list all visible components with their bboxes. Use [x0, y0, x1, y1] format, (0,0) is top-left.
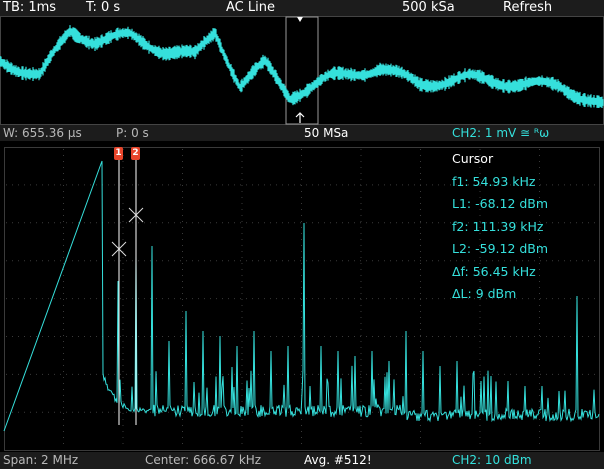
time-trace-svg [0, 16, 604, 125]
acquisition-mode-label[interactable]: Refresh [503, 0, 552, 16]
cursor-l2-value: L2: -59.12 dBm [452, 241, 549, 256]
averaging-label[interactable]: Avg. #512! [304, 452, 372, 469]
cursor-l1-value: L1: -68.12 dBm [452, 196, 549, 211]
cursor-delta-l-value: ΔL: 9 dBm [452, 286, 517, 301]
timebase-label[interactable]: TB: 1ms [3, 0, 56, 16]
zoom-window-marker[interactable] [285, 16, 319, 125]
top-status-bar: TB: 1ms T: 0 s AC Line 500 kSa Refresh [0, 0, 604, 16]
trigger-source-label[interactable]: AC Line [226, 0, 275, 16]
channel-scale-label[interactable]: CH2: 1 mV ≅ ᴿω [452, 125, 549, 141]
span-label[interactable]: Span: 2 MHz [3, 452, 78, 469]
cursor-1-flag[interactable]: 1 [114, 147, 123, 160]
cursor-readout-panel: Cursor f1: 54.93 kHz L1: -68.12 dBm f2: … [452, 148, 548, 306]
time-domain-trace [0, 25, 604, 108]
cursor-f2-value: f2: 111.39 kHz [452, 218, 544, 234]
sample-rate-label[interactable]: 500 kSa [402, 0, 455, 16]
trigger-marker-icon[interactable] [297, 17, 303, 22]
bottom-status-bar: Span: 2 MHz Center: 666.67 kHz Avg. #512… [0, 452, 604, 469]
cursor-f1-value: f1: 54.93 kHz [452, 173, 536, 189]
channel-scale-bottom-label[interactable]: CH2: 10 dBm [452, 452, 532, 469]
cursor-panel-title: Cursor [452, 151, 494, 166]
cursor-delta-f-value: Δf: 56.45 kHz [452, 263, 536, 279]
window-position-label[interactable]: P: 0 s [116, 125, 149, 141]
fft-sample-rate-label: 50 MSa [304, 126, 349, 140]
trigger-time-label[interactable]: T: 0 s [86, 0, 120, 16]
center-frequency-label[interactable]: Center: 666.67 kHz [145, 452, 261, 469]
fft-info-bar: W: 655.36 µs P: 0 s 50 MSa CH2: 1 mV ≅ ᴿ… [0, 125, 604, 141]
trigger-level-icon[interactable] [295, 112, 305, 123]
cursor-2-flag[interactable]: 2 [131, 147, 140, 160]
time-trace-band [0, 25, 604, 108]
window-width-label[interactable]: W: 655.36 µs [3, 125, 82, 141]
overview-frame [0, 16, 604, 125]
time-domain-overview [0, 16, 604, 125]
